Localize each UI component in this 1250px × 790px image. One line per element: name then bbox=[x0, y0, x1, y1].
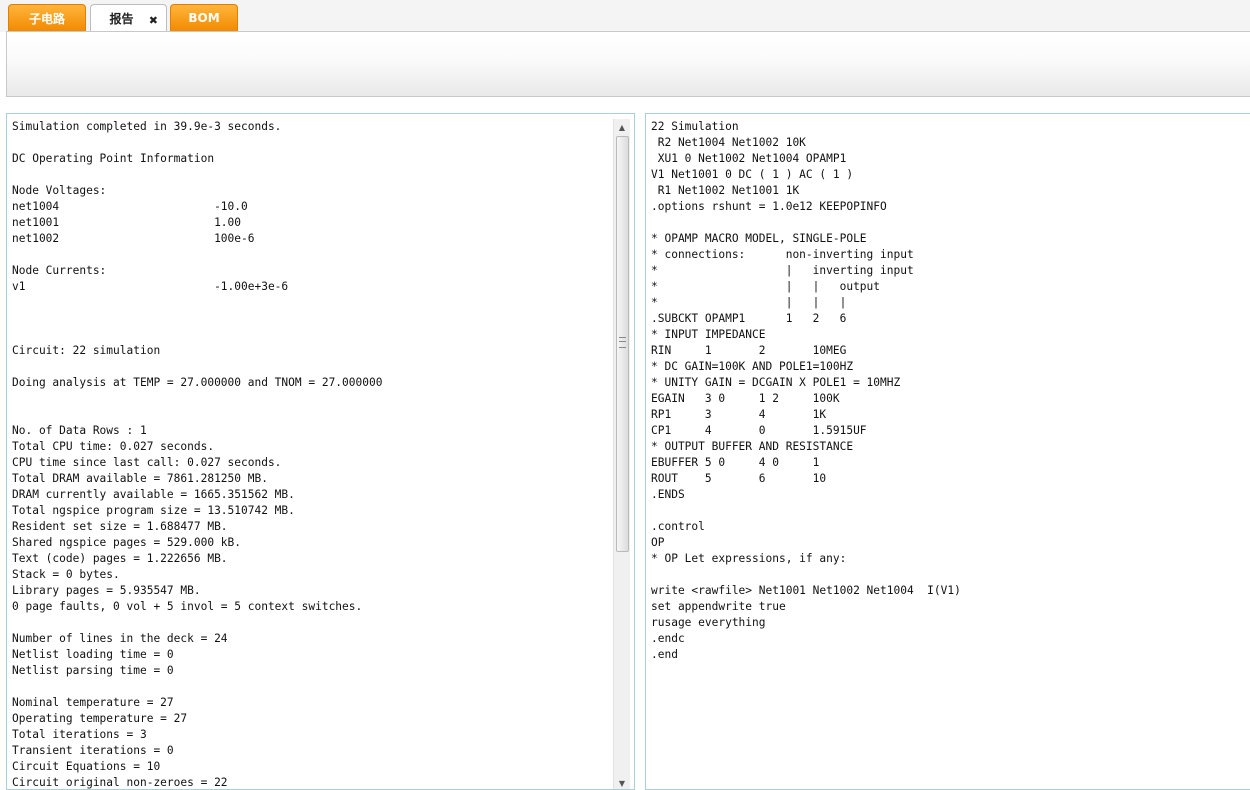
report-line: Netlist parsing time = 0 bbox=[12, 664, 174, 677]
report-line: Text (code) pages = 1.222656 MB. bbox=[12, 552, 228, 565]
report-line bbox=[12, 391, 634, 407]
netlist-line: R2 Net1004 Net1002 10K bbox=[651, 136, 806, 149]
report-line: net1001 1.00 bbox=[12, 216, 242, 229]
netlist-line: XU1 0 Net1002 Net1004 OPAMP1 bbox=[651, 152, 847, 165]
report-line: Nominal temperature = 27 bbox=[12, 696, 174, 709]
report-line: Operating temperature = 27 bbox=[12, 712, 188, 725]
netlist-line bbox=[651, 567, 1250, 583]
netlist-line: * | | output bbox=[651, 280, 881, 293]
scroll-up-arrow-icon[interactable]: ▲ bbox=[614, 119, 630, 135]
report-line: DRAM currently available = 1665.351562 M… bbox=[12, 488, 295, 501]
report-line: v1 -1.00e+3e-6 bbox=[12, 280, 289, 293]
netlist-text: 22 Simulation R2 Net1004 Net1002 10K XU1… bbox=[646, 114, 1250, 663]
report-output-text: Simulation completed in 39.9e-3 seconds.… bbox=[7, 114, 634, 789]
netlist-line bbox=[651, 503, 1250, 519]
report-line: net1002 100e-6 bbox=[12, 232, 255, 245]
tab-bar: 子电路 报告 ✖ BOM bbox=[0, 0, 1250, 32]
netlist-line bbox=[651, 215, 1250, 231]
report-line bbox=[12, 327, 634, 343]
netlist-line: .end bbox=[651, 648, 678, 661]
netlist-line: .endc bbox=[651, 632, 685, 645]
report-line: Circuit original non-zeroes = 22 bbox=[12, 776, 228, 789]
netlist-line: .control bbox=[651, 520, 705, 533]
tab-report-label: 报告 bbox=[109, 12, 134, 26]
netlist-line: R1 Net1002 Net1001 1K bbox=[651, 184, 800, 197]
netlist-line: * | | | bbox=[651, 296, 847, 309]
report-line: Netlist loading time = 0 bbox=[12, 648, 174, 661]
netlist-line: CP1 4 0 1.5915UF bbox=[651, 424, 867, 437]
netlist-line: EBUFFER 5 0 4 0 1 bbox=[651, 456, 820, 469]
report-line: net1004 -10.0 bbox=[12, 200, 248, 213]
netlist-line: RP1 3 4 1K bbox=[651, 408, 827, 421]
report-line: Node Voltages: bbox=[12, 184, 107, 197]
report-line: Doing analysis at TEMP = 27.000000 and T… bbox=[12, 376, 383, 389]
report-line: Shared ngspice pages = 529.000 kB. bbox=[12, 536, 242, 549]
report-line bbox=[12, 359, 634, 375]
report-line: Resident set size = 1.688477 MB. bbox=[12, 520, 228, 533]
tab-subcircuit-label: 子电路 bbox=[28, 11, 65, 26]
report-line: Number of lines in the deck = 24 bbox=[12, 632, 228, 645]
report-line: 0 page faults, 0 vol + 5 invol = 5 conte… bbox=[12, 600, 363, 613]
netlist-line: EGAIN 3 0 1 2 100K bbox=[651, 392, 840, 405]
report-line bbox=[12, 311, 634, 327]
toolbar-area bbox=[6, 31, 1250, 97]
report-line: Total iterations = 3 bbox=[12, 728, 147, 741]
netlist-line: * UNITY GAIN = DCGAIN X POLE1 = 10MHZ bbox=[651, 376, 901, 389]
tab-report[interactable]: 报告 ✖ bbox=[90, 4, 167, 32]
netlist-line: OP bbox=[651, 536, 665, 549]
report-line: Stack = 0 bytes. bbox=[12, 568, 120, 581]
netlist-line: rusage everything bbox=[651, 616, 766, 629]
report-line: Transient iterations = 0 bbox=[12, 744, 174, 757]
netlist-line: * OP Let expressions, if any: bbox=[651, 552, 847, 565]
netlist-line: * | inverting input bbox=[651, 264, 914, 277]
report-line: Library pages = 5.935547 MB. bbox=[12, 584, 201, 597]
report-line: Simulation completed in 39.9e-3 seconds. bbox=[12, 120, 282, 133]
netlist-line: ROUT 5 6 10 bbox=[651, 472, 827, 485]
report-line bbox=[12, 295, 634, 311]
report-line: CPU time since last call: 0.027 seconds. bbox=[12, 456, 282, 469]
close-icon[interactable]: ✖ bbox=[149, 14, 158, 27]
report-line bbox=[12, 615, 634, 631]
report-line: No. of Data Rows : 1 bbox=[12, 424, 147, 437]
netlist-line: .SUBCKT OPAMP1 1 2 6 bbox=[651, 312, 847, 325]
scrollbar-thumb[interactable] bbox=[616, 136, 629, 552]
tab-subcircuit[interactable]: 子电路 bbox=[8, 4, 86, 31]
report-line: Total CPU time: 0.027 seconds. bbox=[12, 440, 215, 453]
netlist-line: * INPUT IMPEDANCE bbox=[651, 328, 766, 341]
netlist-line: 22 Simulation bbox=[651, 120, 739, 133]
report-line bbox=[12, 407, 634, 423]
report-line: Total ngspice program size = 13.510742 M… bbox=[12, 504, 295, 517]
tab-bom-label: BOM bbox=[188, 11, 220, 25]
tab-bom[interactable]: BOM bbox=[170, 4, 238, 31]
report-line: Node Currents: bbox=[12, 264, 107, 277]
report-line: Circuit: 22 simulation bbox=[12, 344, 161, 357]
netlist-line: * OPAMP MACRO MODEL, SINGLE-POLE bbox=[651, 232, 867, 245]
scroll-down-arrow-icon[interactable]: ▼ bbox=[614, 775, 630, 789]
scrollbar-grip-icon bbox=[619, 337, 626, 348]
netlist-line: * DC GAIN=100K AND POLE1=100HZ bbox=[651, 360, 854, 373]
netlist-line: * connections: non-inverting input bbox=[651, 248, 914, 261]
report-line bbox=[12, 135, 634, 151]
netlist-line: RIN 1 2 10MEG bbox=[651, 344, 847, 357]
report-line bbox=[12, 679, 634, 695]
report-line bbox=[12, 247, 634, 263]
report-line: DC Operating Point Information bbox=[12, 152, 215, 165]
netlist-line: write <rawfile> Net1001 Net1002 Net1004 … bbox=[651, 584, 961, 597]
netlist-line: .options rshunt = 1.0e12 KEEPOPINFO bbox=[651, 200, 887, 213]
report-line: Total DRAM available = 7861.281250 MB. bbox=[12, 472, 268, 485]
report-output-panel[interactable]: Simulation completed in 39.9e-3 seconds.… bbox=[6, 113, 635, 790]
netlist-panel[interactable]: 22 Simulation R2 Net1004 Net1002 10K XU1… bbox=[645, 113, 1250, 790]
report-line: Circuit Equations = 10 bbox=[12, 760, 161, 773]
vertical-scrollbar[interactable]: ▲ ▼ bbox=[613, 119, 630, 789]
netlist-line: .ENDS bbox=[651, 488, 685, 501]
netlist-line: * OUTPUT BUFFER AND RESISTANCE bbox=[651, 440, 854, 453]
netlist-line: set appendwrite true bbox=[651, 600, 786, 613]
netlist-line: V1 Net1001 0 DC ( 1 ) AC ( 1 ) bbox=[651, 168, 854, 181]
report-line bbox=[12, 167, 634, 183]
